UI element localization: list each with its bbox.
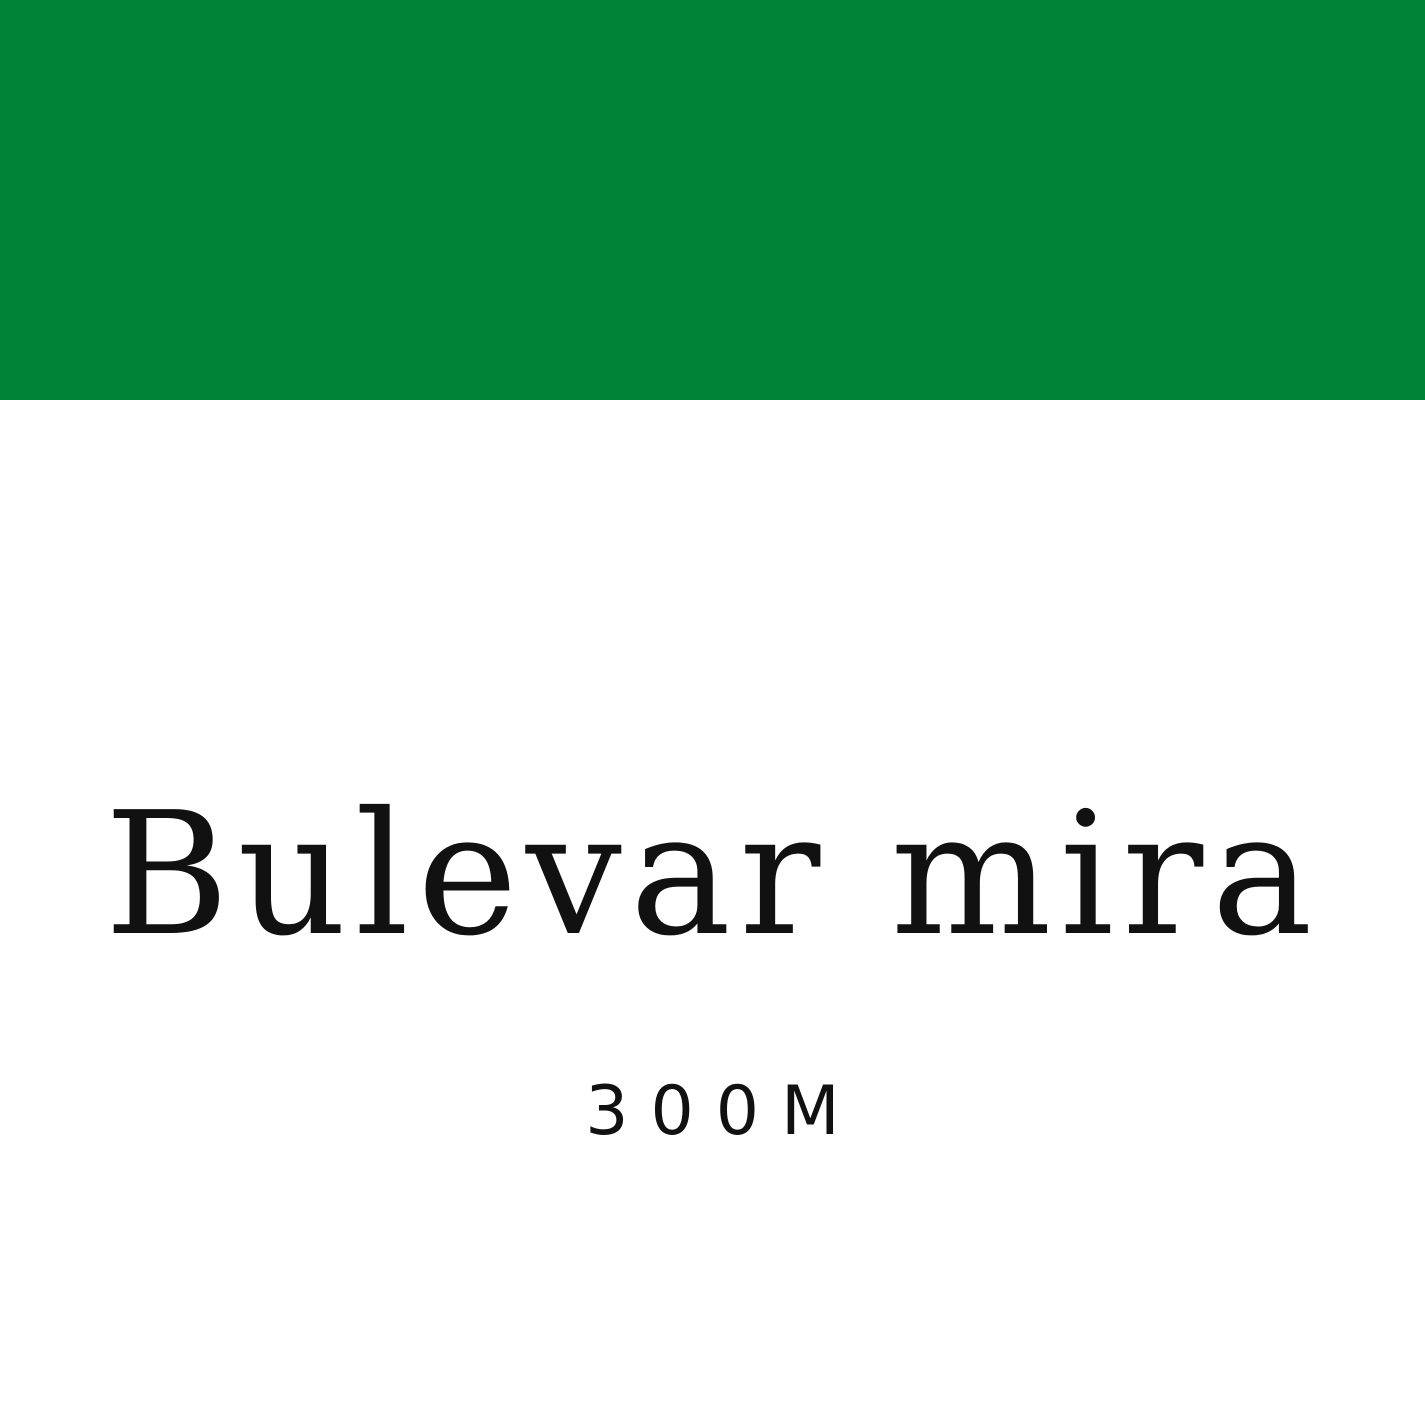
distance-label: 300M — [585, 1072, 862, 1151]
green-band — [0, 0, 1425, 400]
place-name: Bulevar mira — [104, 776, 1321, 974]
sign-card: Bulevar mira 300M — [0, 0, 1425, 1425]
